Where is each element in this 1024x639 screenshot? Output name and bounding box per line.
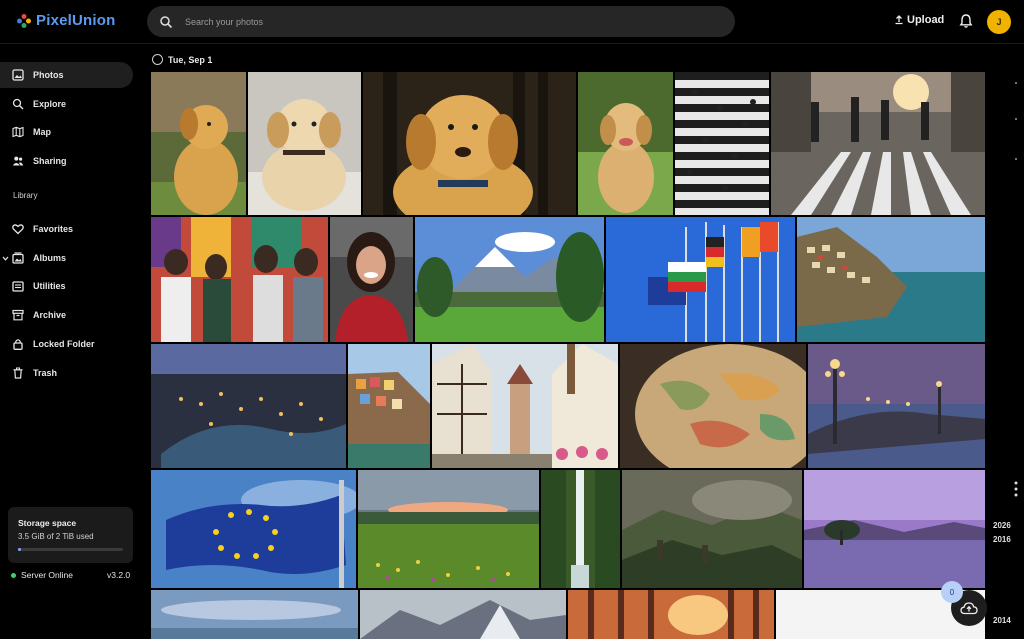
photo-thumbnail[interactable] bbox=[358, 470, 539, 588]
photo-thumbnail[interactable] bbox=[248, 72, 361, 215]
app-version: v3.2.0 bbox=[107, 570, 131, 580]
storage-title: Storage space bbox=[18, 518, 77, 528]
photo-thumbnail[interactable] bbox=[151, 344, 346, 468]
sidebar-item-label: Explore bbox=[33, 99, 67, 109]
timeline-handle[interactable] bbox=[1012, 480, 1020, 498]
sidebar-item-label: Photos bbox=[33, 70, 64, 80]
timeline-tick bbox=[1015, 82, 1017, 84]
photo-thumbnail[interactable] bbox=[348, 344, 430, 468]
search-icon bbox=[160, 15, 173, 28]
timeline-year[interactable]: 2016 bbox=[993, 535, 1011, 544]
heart-icon bbox=[12, 224, 24, 235]
logo-icon bbox=[17, 13, 31, 28]
timeline-tick bbox=[1015, 118, 1017, 120]
cloud-upload-icon bbox=[960, 602, 978, 615]
upload-icon bbox=[895, 15, 903, 25]
library-heading: Library bbox=[13, 191, 38, 200]
photo-thumbnail[interactable] bbox=[771, 72, 985, 215]
search-bar[interactable] bbox=[147, 6, 735, 37]
top-bar: PixelUnion Upload J bbox=[0, 0, 1024, 44]
photo-thumbnail[interactable] bbox=[578, 72, 673, 215]
photo-thumbnail[interactable] bbox=[808, 344, 985, 468]
app-name: PixelUnion bbox=[36, 12, 116, 29]
timeline-scrubber[interactable]: 2026 2016 2014 bbox=[988, 70, 1024, 639]
sidebar-item-label: Map bbox=[33, 127, 51, 137]
photo-thumbnail[interactable] bbox=[151, 72, 246, 215]
storage-progress-bar bbox=[18, 548, 123, 551]
sidebar-item-label: Albums bbox=[33, 253, 67, 263]
date-group-header[interactable]: Tue, Sep 1 bbox=[152, 54, 212, 65]
timeline-tick bbox=[1015, 158, 1017, 160]
date-group-label: Tue, Sep 1 bbox=[168, 54, 213, 65]
photo-thumbnail[interactable] bbox=[622, 470, 802, 588]
storage-progress-fill bbox=[18, 548, 21, 551]
sidebar-item-label: Favorites bbox=[33, 224, 74, 234]
sidebar-item-explore[interactable]: Explore bbox=[0, 91, 133, 117]
sidebar-item-utilities[interactable]: Utilities bbox=[0, 273, 133, 299]
photo-thumbnail[interactable] bbox=[804, 470, 985, 588]
sidebar-item-label: Trash bbox=[33, 368, 58, 378]
app-logo[interactable]: PixelUnion bbox=[16, 12, 116, 29]
timeline-year[interactable]: 2026 bbox=[993, 521, 1011, 530]
sidebar-item-label: Sharing bbox=[33, 156, 67, 166]
online-dot bbox=[11, 572, 16, 578]
sidebar-item-locked-folder[interactable]: Locked Folder bbox=[0, 331, 133, 357]
photo-thumbnail[interactable] bbox=[541, 470, 620, 588]
upload-count-badge: 0 bbox=[941, 581, 963, 603]
photo-thumbnail[interactable] bbox=[330, 217, 413, 342]
photos-icon bbox=[12, 69, 24, 81]
archive-icon bbox=[12, 309, 24, 321]
lock-icon bbox=[13, 339, 23, 350]
upload-label: Upload bbox=[907, 14, 945, 26]
search-input[interactable] bbox=[185, 16, 685, 27]
map-icon bbox=[12, 126, 24, 138]
sidebar-item-label: Utilities bbox=[33, 281, 66, 291]
utilities-icon bbox=[12, 281, 24, 292]
sidebar-item-favorites[interactable]: Favorites bbox=[0, 216, 133, 242]
sidebar-item-label: Archive bbox=[33, 310, 67, 320]
album-icon bbox=[12, 252, 24, 264]
storage-used: 3.5 GiB of 2 TiB used bbox=[18, 532, 94, 541]
photo-thumbnail[interactable] bbox=[363, 72, 576, 215]
server-status-label: Server Online bbox=[21, 570, 73, 580]
sidebar-item-archive[interactable]: Archive bbox=[0, 302, 133, 328]
photo-thumbnail[interactable] bbox=[151, 470, 356, 588]
photo-thumbnail[interactable] bbox=[620, 344, 806, 468]
photo-thumbnail[interactable] bbox=[360, 590, 566, 639]
photo-thumbnail[interactable] bbox=[606, 217, 795, 342]
bell-icon[interactable] bbox=[958, 13, 974, 29]
server-status: Server Online bbox=[11, 570, 73, 580]
photo-thumbnail[interactable] bbox=[568, 590, 774, 639]
photo-thumbnail[interactable] bbox=[432, 344, 618, 468]
select-group-checkbox[interactable] bbox=[152, 54, 163, 65]
people-icon bbox=[12, 156, 24, 166]
sidebar-item-sharing[interactable]: Sharing bbox=[0, 148, 133, 174]
sidebar-item-photos[interactable]: Photos bbox=[0, 62, 133, 88]
timeline-year[interactable]: 2014 bbox=[993, 616, 1011, 625]
sidebar-item-trash[interactable]: Trash bbox=[0, 360, 133, 386]
photo-thumbnail[interactable] bbox=[151, 590, 358, 639]
avatar[interactable]: J bbox=[987, 10, 1011, 34]
photo-thumbnail[interactable] bbox=[151, 217, 328, 342]
sidebar-item-albums[interactable]: Albums bbox=[0, 245, 133, 271]
photo-thumbnail[interactable] bbox=[415, 217, 604, 342]
photo-thumbnail[interactable] bbox=[675, 72, 769, 215]
storage-card[interactable]: Storage space 3.5 GiB of 2 TiB used bbox=[8, 507, 133, 563]
sidebar-item-map[interactable]: Map bbox=[0, 119, 133, 145]
photo-thumbnail[interactable] bbox=[797, 217, 985, 342]
search-icon bbox=[12, 98, 24, 110]
chevron-down-icon[interactable] bbox=[2, 255, 9, 262]
upload-button[interactable]: Upload bbox=[894, 14, 944, 26]
sidebar-item-label: Locked Folder bbox=[33, 339, 95, 349]
trash-icon bbox=[13, 367, 23, 379]
